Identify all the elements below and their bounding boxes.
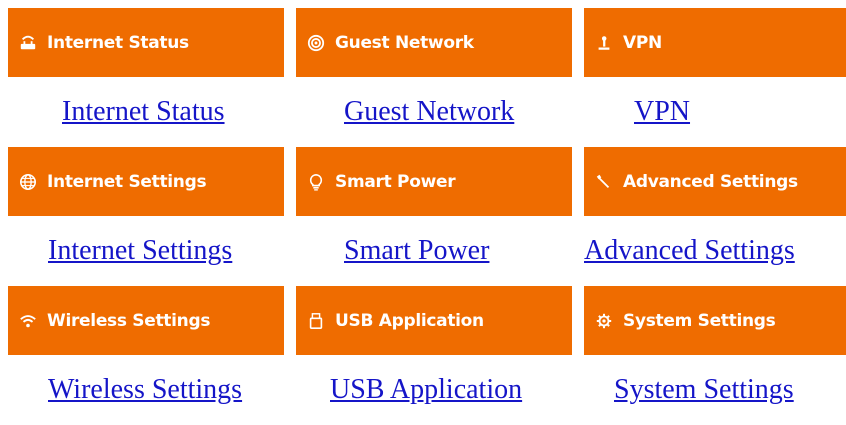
- internet-status-link[interactable]: Internet Status: [62, 96, 225, 128]
- wireless-settings-caption: Wireless Settings: [8, 355, 284, 425]
- system-settings-caption: System Settings: [584, 355, 846, 425]
- advanced-settings-tile[interactable]: Advanced Settings: [584, 147, 846, 216]
- guest-network-link[interactable]: Guest Network: [344, 96, 514, 128]
- system-settings-tile-label: System Settings: [623, 310, 776, 331]
- internet-status-caption: Internet Status: [8, 77, 284, 147]
- usb-application-tile-label: USB Application: [335, 310, 484, 331]
- wrench-icon: [594, 172, 614, 192]
- system-settings-tile[interactable]: System Settings: [584, 286, 846, 355]
- gear-icon: [594, 311, 614, 331]
- usb-application-link[interactable]: USB Application: [330, 374, 522, 406]
- smart-power-tile-label: Smart Power: [335, 171, 456, 192]
- settings-menu-grid: Internet Status Guest Network VPN Intern…: [8, 8, 846, 425]
- advanced-settings-caption: Advanced Settings: [584, 216, 846, 286]
- usb-icon: [306, 311, 326, 331]
- smart-power-link[interactable]: Smart Power: [344, 235, 489, 267]
- wifi-icon: [18, 311, 38, 331]
- wireless-settings-tile[interactable]: Wireless Settings: [8, 286, 284, 355]
- vpn-icon: [594, 33, 614, 53]
- guest-network-caption: Guest Network: [296, 77, 572, 147]
- internet-settings-tile[interactable]: Internet Settings: [8, 147, 284, 216]
- smart-power-caption: Smart Power: [296, 216, 572, 286]
- smart-power-tile[interactable]: Smart Power: [296, 147, 572, 216]
- vpn-tile-label: VPN: [623, 32, 662, 53]
- wireless-settings-link[interactable]: Wireless Settings: [48, 374, 242, 406]
- bulb-icon: [306, 172, 326, 192]
- vpn-link[interactable]: VPN: [634, 96, 690, 128]
- vpn-caption: VPN: [584, 77, 846, 147]
- wireless-settings-tile-label: Wireless Settings: [47, 310, 211, 331]
- internet-status-tile[interactable]: Internet Status: [8, 8, 284, 77]
- advanced-settings-link[interactable]: Advanced Settings: [584, 235, 795, 267]
- globe-icon: [18, 172, 38, 192]
- guest-network-tile-label: Guest Network: [335, 32, 474, 53]
- internet-status-tile-label: Internet Status: [47, 32, 189, 53]
- guest-network-icon: [306, 33, 326, 53]
- guest-network-tile[interactable]: Guest Network: [296, 8, 572, 77]
- usb-application-tile[interactable]: USB Application: [296, 286, 572, 355]
- internet-settings-tile-label: Internet Settings: [47, 171, 207, 192]
- vpn-tile[interactable]: VPN: [584, 8, 846, 77]
- advanced-settings-tile-label: Advanced Settings: [623, 171, 798, 192]
- router-icon: [18, 33, 38, 53]
- system-settings-link[interactable]: System Settings: [614, 374, 794, 406]
- internet-settings-caption: Internet Settings: [8, 216, 284, 286]
- internet-settings-link[interactable]: Internet Settings: [48, 235, 232, 267]
- usb-application-caption: USB Application: [296, 355, 572, 425]
